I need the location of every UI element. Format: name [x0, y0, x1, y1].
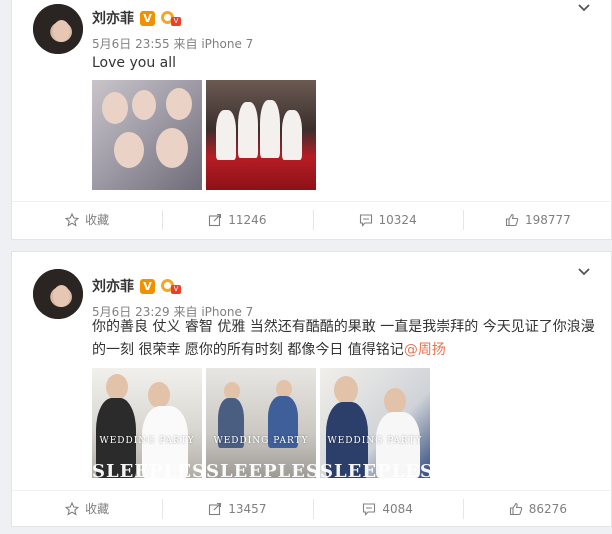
image-caption: WEDDING PARTY [99, 436, 195, 446]
medal-icon[interactable]: V [161, 10, 181, 26]
image-caption: WEDDING PARTY [327, 436, 423, 446]
verified-icon[interactable]: V [140, 10, 155, 26]
post-image[interactable]: WEDDING PARTY SLEEPLESS [92, 368, 202, 478]
timestamp[interactable]: 5月6日 23:55 [92, 37, 170, 51]
author-row: 刘亦菲 V V [92, 276, 181, 296]
like-button[interactable]: 86276 [462, 491, 612, 526]
like-count: 198777 [524, 212, 571, 227]
star-icon [65, 501, 80, 516]
group-selfie-photo [92, 80, 202, 190]
post-image[interactable] [92, 80, 202, 190]
favorite-button[interactable]: 收藏 [12, 491, 162, 526]
post-text: 你的善良 仗义 睿智 优雅 当然还有酷酷的果敢 一直是我崇拜的 今天见证了你浪漫… [92, 316, 602, 362]
repost-icon [209, 213, 222, 226]
favorite-button[interactable]: 收藏 [12, 202, 162, 237]
thumbs-up-icon [505, 213, 519, 226]
comment-count: 4084 [382, 501, 413, 516]
comment-count: 10324 [378, 212, 417, 227]
chevron-down-icon[interactable] [577, 264, 591, 283]
repost-icon [209, 502, 222, 515]
repost-count: 11246 [228, 212, 267, 227]
post-image[interactable] [206, 80, 316, 190]
author-name[interactable]: 刘亦菲 [92, 276, 134, 296]
weibo-post: 刘亦菲 V V 5月6日 23:55 来自 iPhone 7 Love you … [11, 0, 612, 240]
image-title: SLEEPLESS [92, 461, 202, 478]
mention-link[interactable]: @周扬 [404, 342, 446, 358]
image-caption: WEDDING PARTY [213, 436, 309, 446]
image-title: SLEEPLESS [320, 461, 430, 478]
verified-icon[interactable]: V [140, 278, 155, 294]
star-icon [65, 212, 80, 227]
post-text: Love you all [92, 52, 602, 75]
action-bar: 收藏 11246 10324 198777 [12, 201, 612, 237]
action-bar: 收藏 13457 4084 86276 [12, 490, 612, 526]
post-meta: 5月6日 23:55 来自 iPhone 7 [92, 35, 253, 52]
repost-button[interactable]: 13457 [162, 491, 312, 526]
like-count: 86276 [528, 501, 567, 516]
thumbs-up-icon [509, 502, 522, 515]
favorite-label: 收藏 [85, 502, 110, 516]
repost-count: 13457 [228, 501, 267, 516]
image-title: SLEEPLESS [206, 461, 316, 478]
post-image[interactable]: WEDDING PARTY SLEEPLESS [206, 368, 316, 478]
post-text-body: 你的善良 仗义 睿智 优雅 当然还有酷酷的果敢 一直是我崇拜的 今天见证了你浪漫… [92, 319, 595, 358]
comment-button[interactable]: 10324 [312, 202, 463, 237]
repost-button[interactable]: 11246 [162, 202, 312, 237]
wedding-photo: WEDDING PARTY SLEEPLESS [320, 368, 430, 478]
avatar[interactable] [33, 4, 83, 54]
comment-button[interactable]: 4084 [312, 491, 463, 526]
post-source: 来自 iPhone 7 [173, 37, 254, 51]
post-text-body: Love you all [92, 55, 176, 71]
author-row: 刘亦菲 V V [92, 8, 181, 28]
comment-icon [363, 502, 376, 516]
wedding-photo: WEDDING PARTY SLEEPLESS [206, 368, 316, 478]
post-image[interactable]: WEDDING PARTY SLEEPLESS [320, 368, 430, 478]
avatar[interactable] [33, 269, 83, 319]
author-name[interactable]: 刘亦菲 [92, 8, 134, 28]
like-button[interactable]: 198777 [462, 202, 612, 237]
weibo-post: 刘亦菲 V V 5月6日 23:29 来自 iPhone 7 你的善良 仗义 睿… [11, 251, 612, 527]
chevron-down-icon[interactable] [577, 0, 591, 19]
medal-icon[interactable]: V [161, 278, 181, 294]
bridesmaids-photo [206, 80, 316, 190]
comment-icon [359, 213, 372, 227]
favorite-label: 收藏 [85, 213, 110, 227]
wedding-photo: WEDDING PARTY SLEEPLESS [92, 368, 202, 478]
